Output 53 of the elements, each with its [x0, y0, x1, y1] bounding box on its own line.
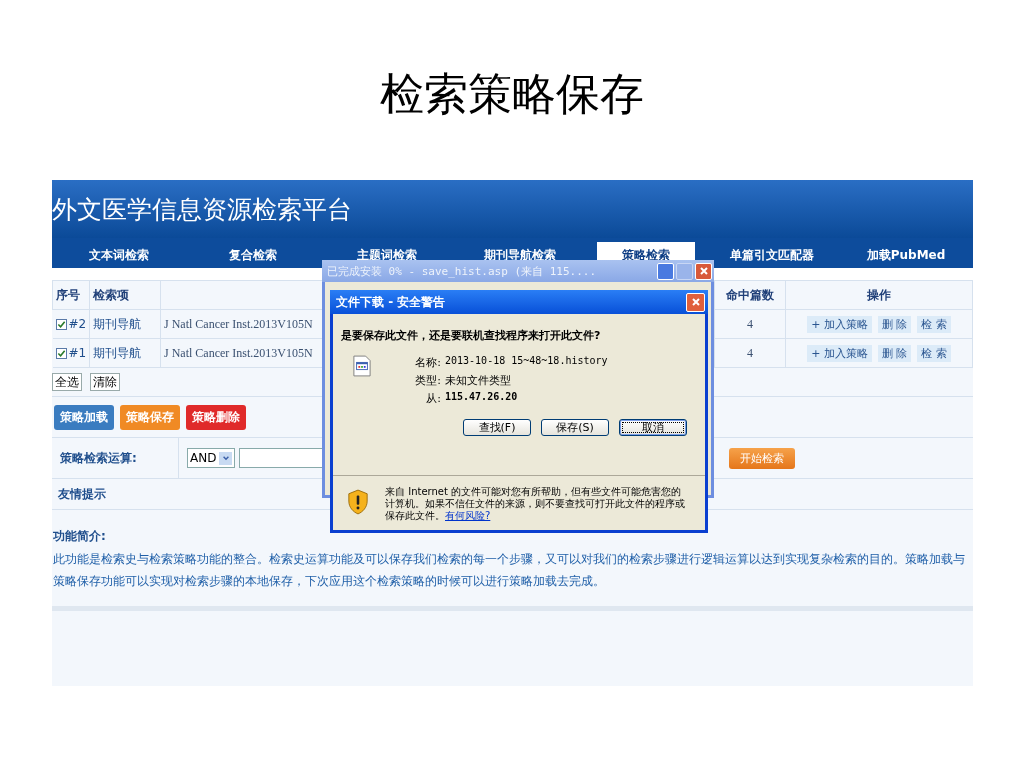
row-number: #1 [68, 346, 87, 360]
field-value: 115.47.26.20 [445, 391, 518, 404]
section-heading: 友情提示 [58, 485, 106, 503]
table-cell: 4 [747, 316, 753, 331]
action-button[interactable]: 删 除 [877, 344, 912, 362]
checkbox[interactable] [55, 318, 67, 330]
strategy-button[interactable]: 策略删除 [186, 404, 246, 430]
column-header: 操作 [785, 280, 973, 310]
nav-tab[interactable]: 复合检索 [185, 242, 320, 268]
field-label: 名称: [414, 355, 441, 370]
table-cell: 期刊导航 [93, 345, 141, 360]
intro-text: 此功能是检索史与检索策略功能的整合。检索史运算功能及可以保存我们检索的每一个步骤，又可以对我们的检索步骤进行逻辑运算以达到实现复杂检索的目的。策略加载与策略保存功能可以实现对检索步骤的本地保存，下次应用这个检索策略的时候可以进行策略加载去完成。 [52, 551, 966, 590]
action-button[interactable]: 检 索 [917, 315, 951, 333]
warning-text: 来自 Internet 的文件可能对您有所帮助，但有些文件可能危害您的计算机。如果不信任文件的来源，则不要查找可打开此文件的程序或保存此文件。有何风险? [385, 486, 685, 522]
field-label: 类型: [414, 373, 441, 388]
select-button[interactable]: 全选 [52, 373, 82, 391]
close-icon[interactable] [695, 262, 712, 280]
action-button[interactable]: 删 除 [877, 315, 912, 333]
risk-link[interactable]: 有何风险? [445, 510, 491, 521]
column-header: 序号 [52, 280, 90, 310]
dialog-button[interactable]: 保存(S) [541, 419, 609, 436]
query-label: 策略检索运算: [60, 449, 137, 467]
nav-tab[interactable]: 单篇引文匹配器 [705, 242, 840, 268]
slide-title: 检索策略保存 [379, 67, 645, 121]
select-button[interactable]: 清除 [90, 373, 120, 391]
row-number: #2 [68, 317, 87, 331]
dialog-button[interactable]: 查找(F) [463, 419, 531, 436]
close-icon[interactable] [686, 292, 705, 312]
table-cell: 期刊导航 [93, 316, 141, 331]
caret-icon[interactable] [219, 451, 233, 465]
window-title: 已完成安装 0% - save_hist.asp (来自 115.... [327, 263, 597, 279]
table-cell: J Natl Cancer Inst.2013V105N [164, 316, 313, 331]
table-cell: J Natl Cancer Inst.2013V105N [164, 345, 313, 360]
action-button[interactable]: + 加入策略 [807, 344, 872, 362]
nav-tab[interactable]: 文本词检索 [52, 242, 186, 268]
field-label: 从: [425, 391, 441, 406]
operator-dropdown[interactable]: AND [187, 448, 236, 468]
column-header: 检索项 [89, 280, 161, 310]
field-value: 2013-10-18 15~48~18.history [445, 355, 608, 368]
table-cell: 4 [747, 345, 753, 360]
checkbox[interactable] [55, 347, 67, 359]
nav-tab[interactable]: 加载PubMed [839, 242, 973, 268]
site-title: 外文医学信息资源检索平台 [52, 193, 352, 226]
strategy-button[interactable]: 策略加载 [54, 404, 114, 430]
minimize-icon[interactable] [657, 262, 674, 280]
dialog-title: 文件下载 - 安全警告 [336, 293, 446, 311]
intro-heading: 功能简介: [52, 528, 107, 545]
action-button[interactable]: 检 索 [917, 344, 951, 362]
file-icon [353, 355, 371, 377]
action-button[interactable]: + 加入策略 [807, 315, 872, 333]
dialog-question: 是要保存此文件，还是要联机查找程序来打开此文件? [341, 328, 602, 343]
column-header: 命中篇数 [714, 280, 786, 310]
field-value: 未知文件类型 [445, 373, 511, 388]
